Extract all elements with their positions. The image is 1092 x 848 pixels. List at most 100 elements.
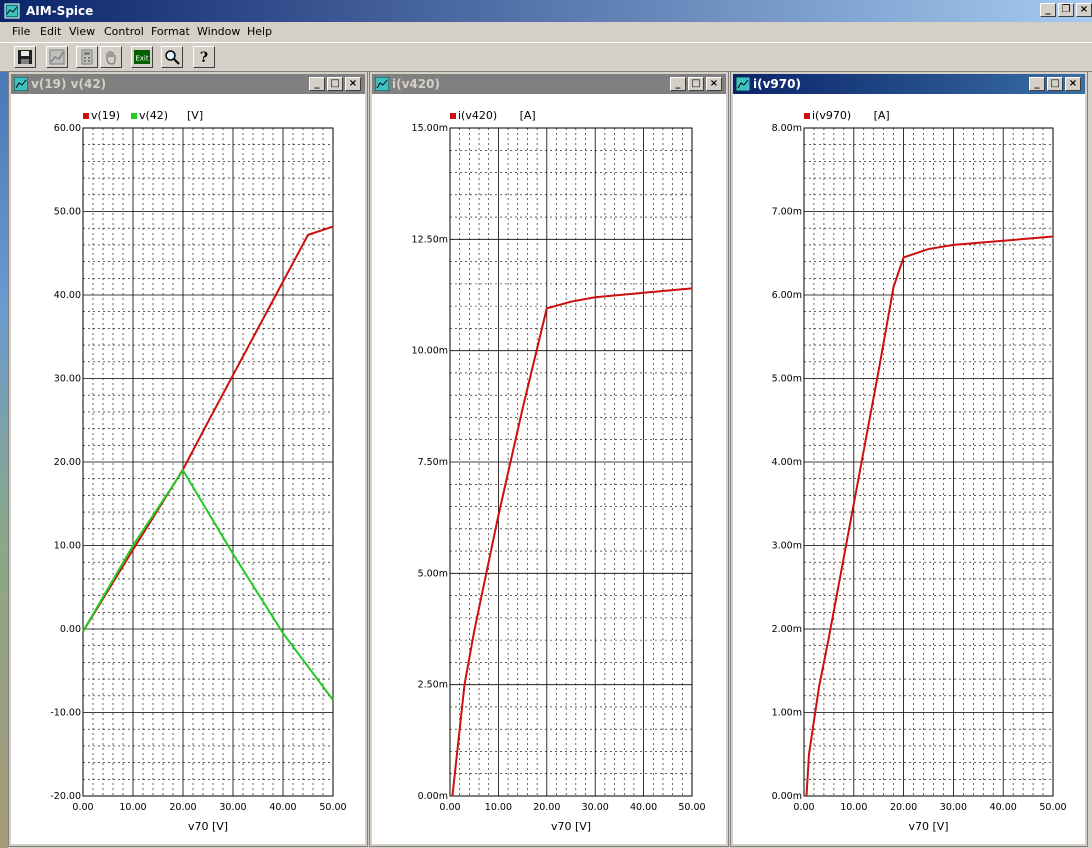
pan-button[interactable] xyxy=(100,46,122,68)
plot-window-i-v420[interactable]: i(v420) _ □ × 0.00 10.00 20.00 30.00 40.00 50… xyxy=(369,71,729,847)
restore-button[interactable]: ❐ xyxy=(1058,3,1074,17)
legend-swatch xyxy=(83,113,89,119)
zoom-button[interactable] xyxy=(161,46,183,68)
y-tick-label: 60.00 xyxy=(54,123,81,134)
legend-unit: [A] xyxy=(520,109,536,122)
maximize-button[interactable]: □ xyxy=(688,77,704,91)
legend-entry: i(v970) xyxy=(812,109,851,122)
desktop-background xyxy=(0,72,8,848)
y-tick-label: 50.00 xyxy=(54,207,81,218)
legend-swatch xyxy=(804,113,810,119)
x-tick-label: 10.00 xyxy=(485,802,512,813)
save-button[interactable] xyxy=(14,46,36,68)
menu-window[interactable]: Window xyxy=(197,25,240,38)
maximize-button[interactable]: □ xyxy=(1047,77,1063,91)
plot-window-title: i(v420) xyxy=(392,77,440,91)
maximize-button[interactable]: □ xyxy=(327,77,343,91)
y-tick-label: 7.00m xyxy=(772,207,802,218)
x-axis-label: v70 [V] xyxy=(908,820,948,833)
legend-unit: [A] xyxy=(874,109,890,122)
plot-window-controls: _ □ × xyxy=(1029,77,1081,91)
menu-edit[interactable]: Edit xyxy=(40,25,61,38)
y-tick-label: -10.00 xyxy=(50,708,81,719)
app-title: AIM-Spice xyxy=(26,4,94,18)
menu-file[interactable]: File xyxy=(12,25,30,38)
y-tick-label: 0.00m xyxy=(772,791,802,802)
plot-area[interactable]: 0.00 10.00 20.00 30.00 40.00 50.00 0.00m 1.00m 2… xyxy=(733,94,1085,844)
legend-entry: i(v420) xyxy=(458,109,497,122)
y-tick-label: 7.50m xyxy=(418,457,448,468)
app-title-bar: AIM-Spice _ ❐ × xyxy=(0,0,1092,22)
toolbar: Exit ? xyxy=(0,42,1092,72)
plot-window-icon xyxy=(736,77,750,91)
hand-icon xyxy=(106,51,116,65)
x-tick-label: 0.00 xyxy=(793,802,814,813)
legend-entry: v(19) xyxy=(91,109,120,122)
chart: 0.00 10.00 20.00 30.00 40.00 50.00 -20.00 -10.0… xyxy=(50,109,346,833)
x-tick-label: 50.00 xyxy=(678,802,705,813)
menu-bar: File Edit View Control Format Window Hel… xyxy=(0,22,1092,42)
plot-window-title: v(19) v(42) xyxy=(31,77,107,91)
close-button[interactable]: × xyxy=(345,77,361,91)
help-icon: ? xyxy=(200,50,208,65)
help-button[interactable]: ? xyxy=(193,46,215,68)
plot-button[interactable] xyxy=(46,46,68,68)
y-tick-label: 5.00m xyxy=(418,568,448,579)
menu-view[interactable]: View xyxy=(69,25,95,38)
exit-label: Exit xyxy=(135,55,149,63)
y-tick-label: 10.00m xyxy=(412,346,448,357)
x-tick-label: 20.00 xyxy=(533,802,560,813)
magnifier-icon xyxy=(165,50,180,65)
menu-help[interactable]: Help xyxy=(247,25,272,38)
plot-window-icon xyxy=(14,77,28,91)
plot-window-controls: _ □ × xyxy=(670,77,722,91)
exit-button[interactable]: Exit xyxy=(131,46,153,68)
close-button[interactable]: × xyxy=(706,77,722,91)
plot-area[interactable]: 0.00 10.00 20.00 30.00 40.00 50.00 0.00m 2.50m 5… xyxy=(372,94,726,844)
x-tick-label: 20.00 xyxy=(890,802,917,813)
menu-format[interactable]: Format xyxy=(151,25,190,38)
minimize-button[interactable]: _ xyxy=(1040,3,1056,17)
plot-window-controls: _ □ × xyxy=(309,77,361,91)
y-tick-label: 30.00 xyxy=(54,374,81,385)
app-window-controls: _ ❐ × xyxy=(1040,3,1092,17)
x-tick-label: 10.00 xyxy=(119,802,146,813)
minimize-button[interactable]: _ xyxy=(1029,77,1045,91)
calc-button[interactable] xyxy=(76,46,98,68)
plot-window-title-bar[interactable]: i(v420) _ □ × xyxy=(372,74,726,94)
plot-area[interactable]: 0.00 10.00 20.00 30.00 40.00 50.00 -20.00 -10.0… xyxy=(11,94,365,844)
plot-window-v19-v42[interactable]: v(19) v(42) _ □ × 0.00 10.00 20.00 30.00 40.… xyxy=(8,71,368,847)
minimize-button[interactable]: _ xyxy=(670,77,686,91)
legend-unit: [V] xyxy=(187,109,203,122)
x-tick-label: 40.00 xyxy=(269,802,296,813)
x-tick-label: 30.00 xyxy=(219,802,246,813)
close-button[interactable]: × xyxy=(1065,77,1081,91)
y-tick-label: 1.00m xyxy=(772,708,802,719)
plot-window-title-bar[interactable]: v(19) v(42) _ □ × xyxy=(11,74,365,94)
y-tick-label: -20.00 xyxy=(50,791,81,802)
minimize-button[interactable]: _ xyxy=(309,77,325,91)
x-tick-label: 20.00 xyxy=(169,802,196,813)
x-tick-label: 0.00 xyxy=(439,802,460,813)
x-axis-label: v70 [V] xyxy=(188,820,228,833)
legend-swatch xyxy=(131,113,137,119)
app-icon xyxy=(4,3,20,19)
menu-control[interactable]: Control xyxy=(104,25,144,38)
chart: 0.00 10.00 20.00 30.00 40.00 50.00 0.00m 2.50m 5… xyxy=(412,109,706,833)
plot-window-i-v970[interactable]: i(v970) _ □ × 0.00 10.00 20.00 30.00 40.00 50… xyxy=(730,71,1088,847)
y-tick-label: 2.00m xyxy=(772,624,802,635)
x-tick-label: 40.00 xyxy=(990,802,1017,813)
y-tick-label: 10.00 xyxy=(54,541,81,552)
close-button[interactable]: × xyxy=(1076,3,1092,17)
legend-entry: v(42) xyxy=(139,109,168,122)
y-tick-label: 2.50m xyxy=(418,680,448,691)
floppy-disk-icon xyxy=(18,50,32,64)
plot-window-title: i(v970) xyxy=(753,77,801,91)
x-tick-label: 50.00 xyxy=(319,802,346,813)
y-tick-label: 6.00m xyxy=(772,290,802,301)
x-tick-label: 0.00 xyxy=(72,802,93,813)
y-tick-label: 5.00m xyxy=(772,374,802,385)
exit-icon: Exit xyxy=(134,50,150,64)
y-tick-label: 15.00m xyxy=(412,123,448,134)
plot-window-title-bar[interactable]: i(v970) _ □ × xyxy=(733,74,1085,94)
